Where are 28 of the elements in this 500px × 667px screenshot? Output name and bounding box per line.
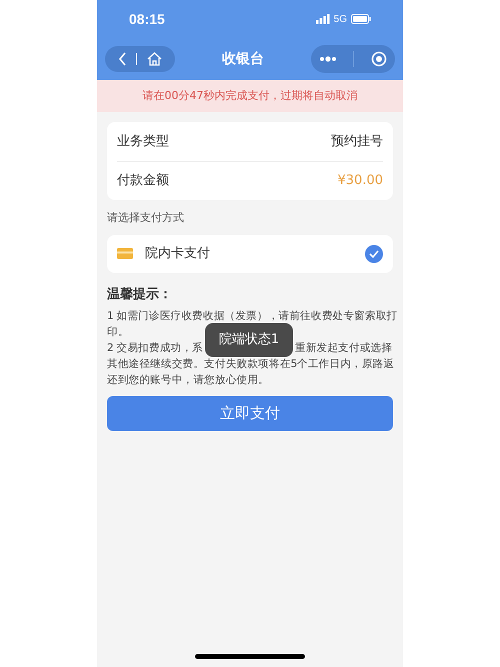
tip-text: 重新发起支付或选择 — [295, 341, 392, 356]
back-icon[interactable] — [118, 52, 127, 66]
card-icon — [117, 248, 133, 259]
status-time: 08:15 — [129, 10, 165, 28]
tip-text: 印。 — [107, 325, 129, 340]
signal-icon — [316, 14, 330, 24]
pay-button[interactable]: 立即支付 — [107, 396, 393, 431]
payment-label: 院内卡支付 — [145, 244, 211, 263]
tip-text: 还到您的账号中，请您放心使用。 — [107, 373, 270, 388]
countdown-banner: 请在00分47秒内完成支付，过期将自动取消 — [97, 80, 403, 112]
tip-text: 1 如需门诊医疗收费收据（发票），请前往收费处专窗索取打 — [107, 309, 398, 324]
payment-option[interactable]: 院内卡支付 — [107, 234, 393, 272]
row-label: 业务类型 — [117, 132, 169, 151]
home-icon[interactable] — [147, 52, 162, 66]
close-icon[interactable] — [370, 51, 387, 67]
row-value: 预约挂号 — [331, 132, 383, 151]
tip-text: 2 交易扣费成功，系 — [107, 341, 204, 356]
row-value: ¥30.00 — [338, 172, 383, 190]
page-title: 收银台 — [222, 50, 264, 68]
tips-title: 温馨提示： — [107, 286, 173, 304]
more-icon[interactable] — [319, 56, 338, 62]
toast: 院端状态1 — [205, 323, 293, 357]
tip-text: 其他途径继续交费。支付失败款项将在5个工作日内，原路返 — [107, 357, 394, 372]
network-label: 5G — [334, 12, 347, 26]
battery-icon — [351, 14, 371, 24]
row-label: 付款金额 — [117, 172, 169, 190]
section-label: 请选择支付方式 — [107, 210, 185, 226]
checkmark-icon[interactable] — [365, 244, 383, 262]
